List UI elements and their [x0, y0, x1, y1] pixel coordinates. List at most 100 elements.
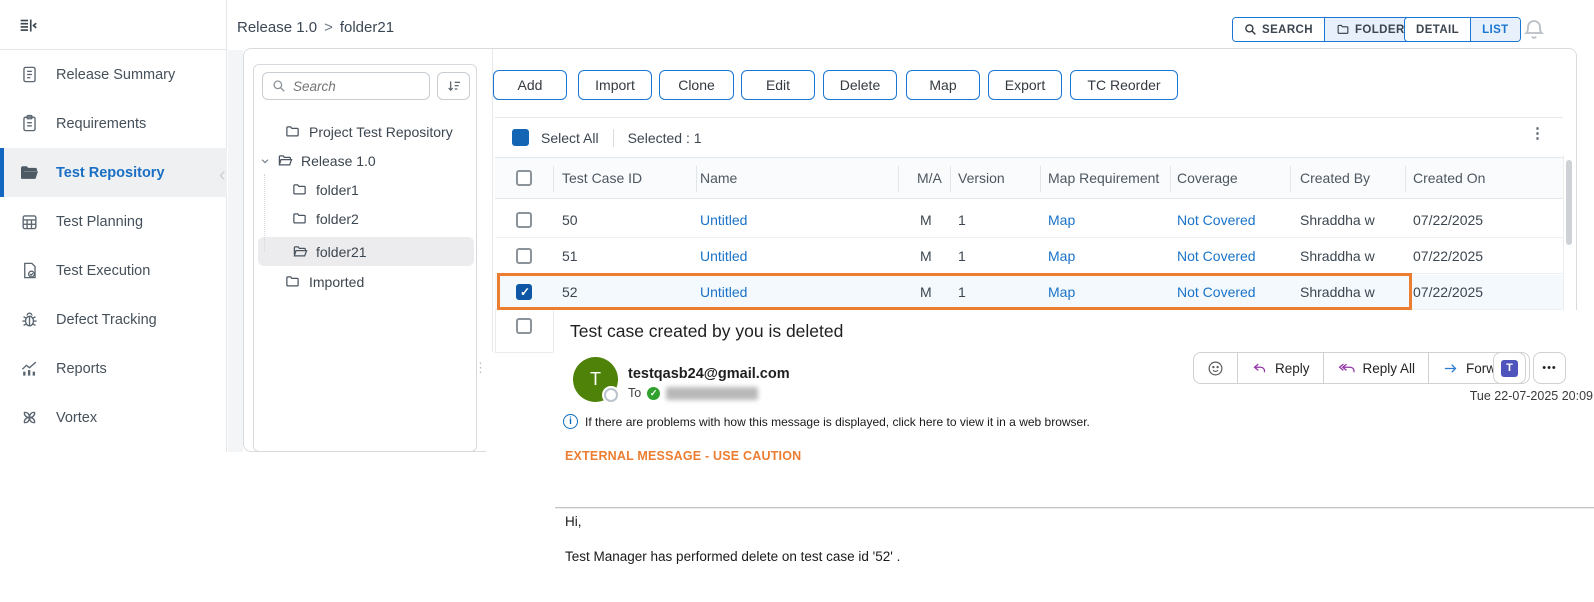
map-button[interactable]: Map — [906, 70, 980, 100]
email-body-divider — [555, 507, 1594, 509]
folder-icon — [284, 124, 302, 140]
folder-icon — [291, 182, 309, 198]
chart-icon — [18, 358, 40, 380]
table-row[interactable]: 50 Untitled M 1 Map Not Covered Shraddha… — [495, 203, 1563, 238]
add-button[interactable]: Add — [493, 70, 567, 100]
tree-item-folder2[interactable]: folder2 — [258, 204, 474, 233]
selection-bar: Select All Selected : 1 — [495, 117, 1563, 157]
recipient-redacted — [666, 387, 758, 400]
export-button[interactable]: Export — [988, 70, 1062, 100]
row-checkbox[interactable] — [516, 248, 532, 264]
header-checkbox[interactable] — [516, 170, 532, 186]
row-checkbox[interactable] — [516, 318, 532, 334]
breadcrumb-item[interactable]: Release 1.0 — [237, 19, 317, 36]
cell-coverage-link[interactable]: Not Covered — [1177, 212, 1256, 228]
tree-item-project-test-repository[interactable]: Project Test Repository — [258, 117, 474, 146]
sidebar-edge-collapse-handle[interactable]: ‹ — [219, 164, 226, 187]
cell-name-link[interactable]: Untitled — [700, 284, 747, 300]
import-button[interactable]: Import — [578, 70, 652, 100]
clone-button[interactable]: Clone — [659, 70, 734, 100]
tree-sort-button[interactable] — [437, 72, 470, 100]
cell-name-link[interactable]: Untitled — [700, 248, 747, 264]
tree-indent-guide — [264, 174, 265, 252]
tree-item-folder1[interactable]: folder1 — [258, 175, 474, 204]
more-actions-button[interactable]: ••• — [1533, 352, 1566, 384]
column-ma[interactable]: M/A — [917, 170, 942, 186]
email-greeting: Hi, — [565, 514, 582, 529]
cell-map-link[interactable]: Map — [1048, 212, 1075, 228]
cell-coverage-link[interactable]: Not Covered — [1177, 284, 1256, 300]
breadcrumb-item[interactable]: folder21 — [340, 19, 394, 36]
sidebar-item-requirements[interactable]: Requirements — [0, 99, 227, 148]
table-row[interactable]: 51 Untitled M 1 Map Not Covered Shraddha… — [495, 239, 1563, 274]
sidebar-item-test-repository[interactable]: Test Repository — [0, 148, 227, 197]
pinwheel-icon — [18, 407, 40, 429]
column-created-on[interactable]: Created On — [1413, 170, 1485, 186]
notification-bell-icon[interactable] — [1522, 17, 1546, 41]
tc-reorder-button-label: TC Reorder — [1087, 77, 1160, 93]
sidebar-item-test-planning[interactable]: Test Planning — [0, 197, 227, 246]
sidebar-collapse-icon[interactable] — [15, 13, 41, 39]
sidebar-item-label: Test Execution — [56, 263, 150, 279]
column-map-requirement[interactable]: Map Requirement — [1048, 170, 1159, 186]
tc-reorder-button[interactable]: TC Reorder — [1070, 70, 1178, 100]
detail-button[interactable]: DETAIL — [1405, 18, 1470, 41]
delete-button-label: Delete — [840, 77, 880, 93]
row-checkbox[interactable] — [516, 212, 532, 228]
tree-item-folder21[interactable]: folder21 — [258, 237, 474, 266]
email-overlay-background — [0, 452, 1594, 602]
list-button[interactable]: LIST — [1470, 18, 1520, 41]
sidebar-item-reports[interactable]: Reports — [0, 344, 227, 393]
cell-test-case-id: 52 — [562, 284, 578, 300]
email-date: Tue 22-07-2025 20:09 — [1270, 389, 1593, 403]
column-coverage[interactable]: Coverage — [1177, 170, 1238, 186]
cell-coverage-link[interactable]: Not Covered — [1177, 248, 1256, 264]
emoji-reaction-button[interactable] — [1194, 353, 1237, 383]
tree-item-release-1-0[interactable]: Release 1.0 — [258, 146, 474, 175]
forward-arrow-icon — [1442, 361, 1459, 376]
cell-version: 1 — [958, 284, 966, 300]
folder-icon — [284, 274, 302, 290]
breadcrumb: Release 1.0>folder21 — [237, 19, 394, 36]
search-folder-toggle: SEARCH FOLDER — [1232, 17, 1417, 42]
cell-map-link[interactable]: Map — [1048, 248, 1075, 264]
search-icon — [272, 79, 286, 93]
table-scrollbar-thumb[interactable] — [1566, 160, 1572, 245]
cell-test-case-id: 51 — [562, 248, 578, 264]
tree-search-input[interactable] — [293, 79, 403, 94]
sender-email[interactable]: testqasb24@gmail.com — [628, 366, 790, 382]
search-button-label: SEARCH — [1262, 24, 1313, 36]
chevron-down-icon[interactable] — [260, 156, 270, 166]
notice-text[interactable]: If there are problems with how this mess… — [585, 415, 1090, 429]
column-version[interactable]: Version — [958, 170, 1005, 186]
column-created-by[interactable]: Created By — [1300, 170, 1370, 186]
delete-button[interactable]: Delete — [823, 70, 897, 100]
detail-list-toggle: DETAIL LIST — [1404, 17, 1521, 42]
table-options-kebab-icon[interactable]: ⋮ — [1530, 124, 1545, 142]
reply-all-button-label: Reply All — [1363, 361, 1416, 376]
recipient-line: To ✓ — [628, 386, 758, 400]
share-to-teams-button[interactable]: T — [1493, 352, 1526, 384]
open-folder-icon — [18, 162, 40, 184]
tree-search-box — [262, 72, 430, 100]
sidebar-item-release-summary[interactable]: Release Summary — [0, 50, 227, 99]
sidebar-item-label: Reports — [56, 361, 107, 377]
cell-name-link[interactable]: Untitled — [700, 212, 747, 228]
tree-item-imported[interactable]: Imported — [258, 267, 474, 296]
reply-button[interactable]: Reply — [1237, 353, 1323, 383]
cell-map-link[interactable]: Map — [1048, 284, 1075, 300]
sidebar-item-test-execution[interactable]: Test Execution — [0, 246, 227, 295]
sidebar-item-defect-tracking[interactable]: Defect Tracking — [0, 295, 227, 344]
reply-all-button[interactable]: Reply All — [1323, 353, 1429, 383]
sidebar: Release Summary Requirements Test Reposi… — [0, 0, 227, 452]
column-test-case-id[interactable]: Test Case ID — [562, 170, 642, 186]
search-button[interactable]: SEARCH — [1233, 18, 1324, 41]
selected-count: Selected : 1 — [628, 130, 702, 146]
column-name[interactable]: Name — [700, 170, 737, 186]
select-all-checkbox[interactable] — [512, 129, 529, 146]
sidebar-item-vortex[interactable]: Vortex — [0, 393, 227, 442]
table-row-selected[interactable]: 52 Untitled M 1 Map Not Covered Shraddha… — [495, 275, 1563, 310]
row-checkbox-checked[interactable] — [516, 284, 532, 300]
edit-button[interactable]: Edit — [741, 70, 815, 100]
folder-button[interactable]: FOLDER — [1324, 18, 1416, 41]
